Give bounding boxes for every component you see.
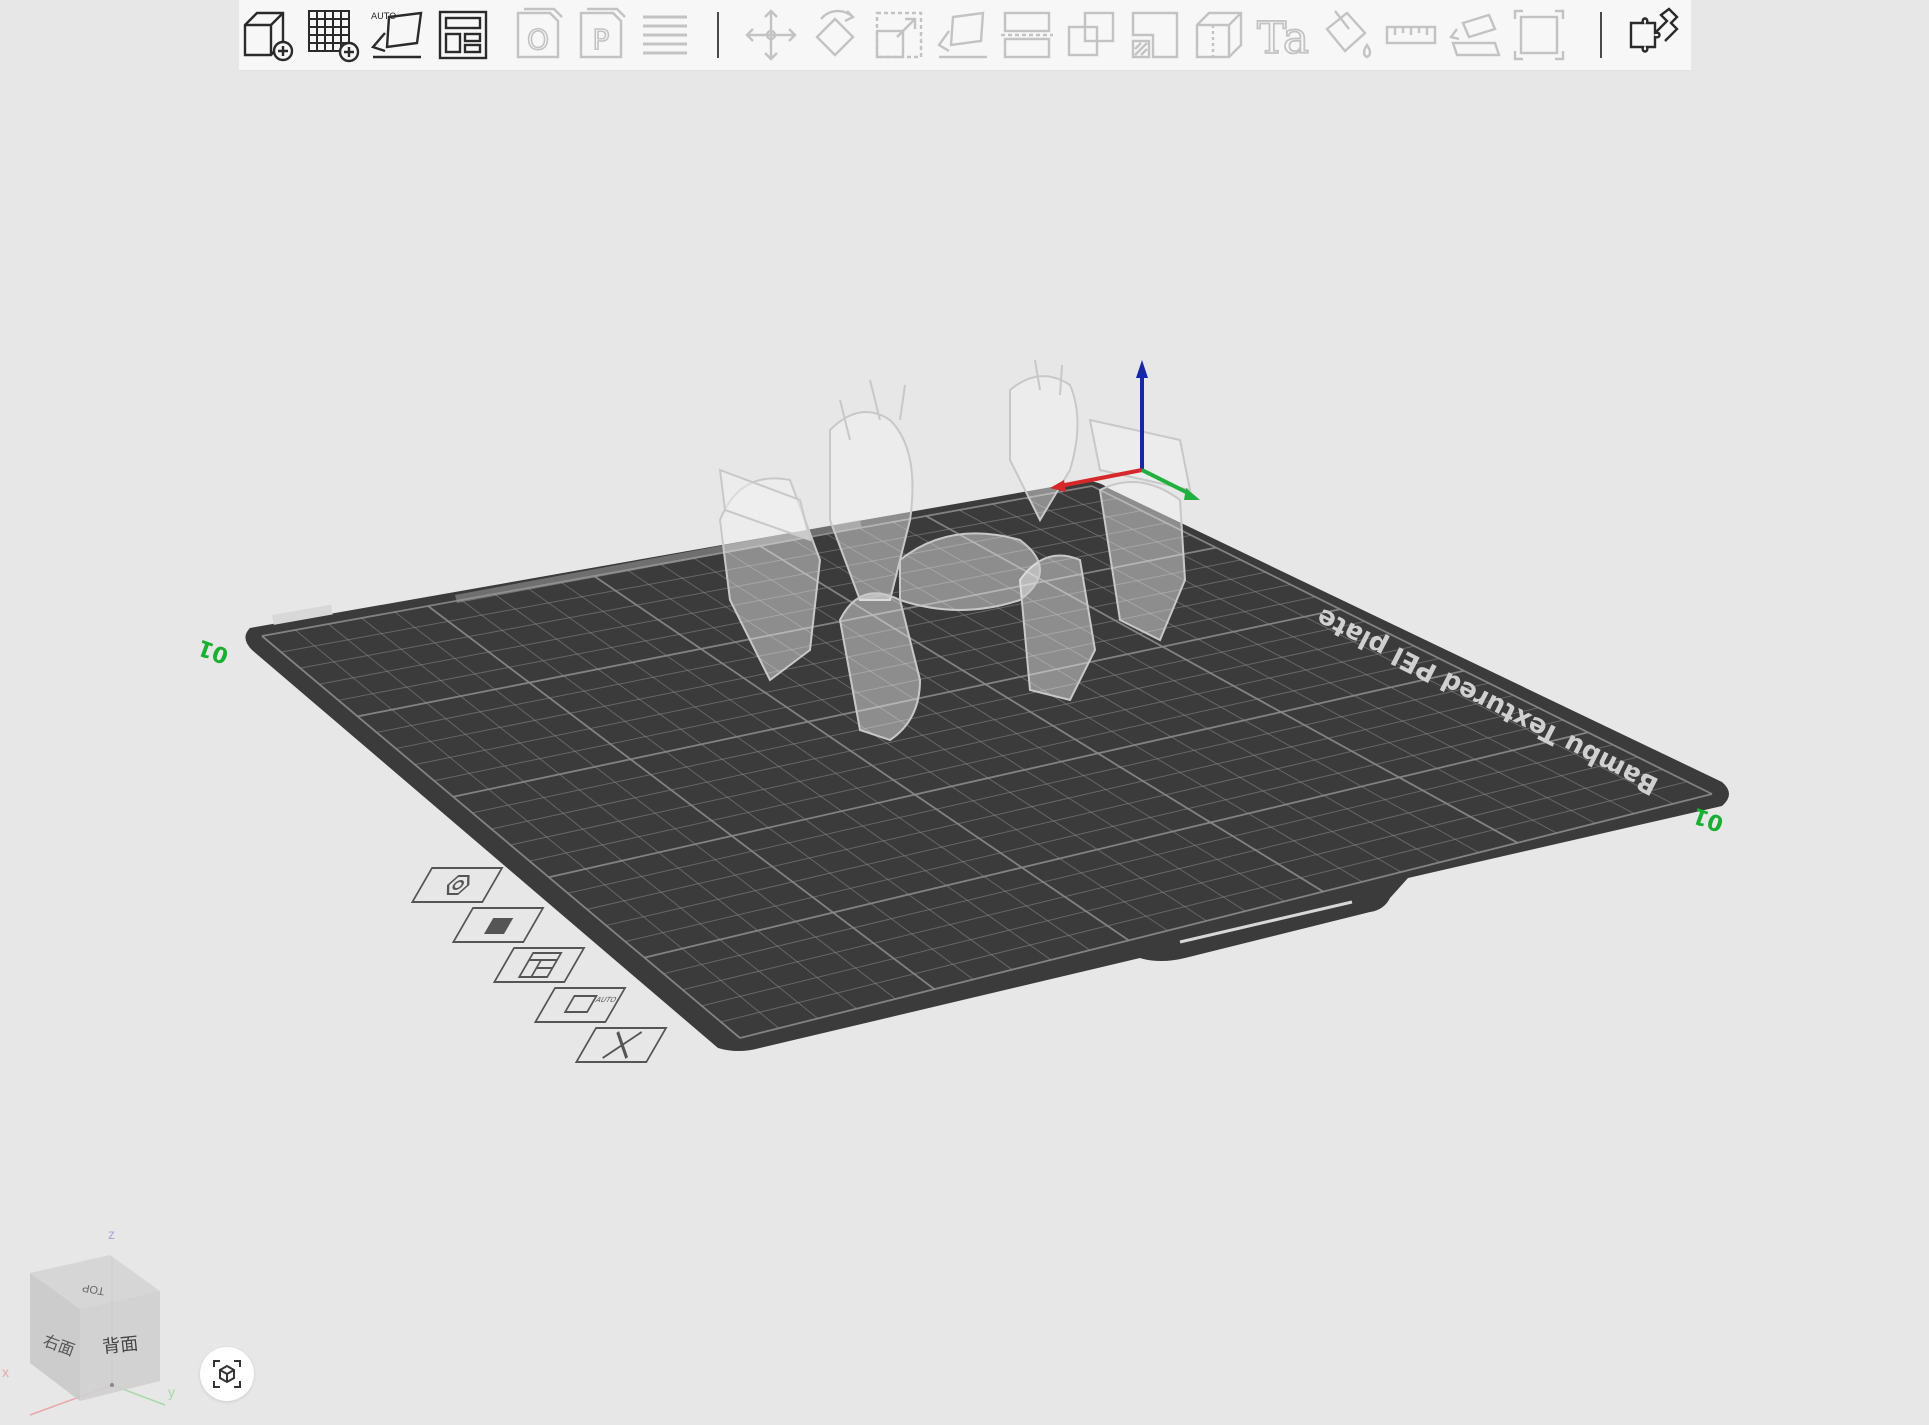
plate-number-label-left: 01	[195, 634, 232, 668]
plate-arrange-button[interactable]	[492, 947, 586, 983]
3d-viewport[interactable]: Bambu Textured PEI plate 01 01 AUTO	[0, 0, 1929, 1425]
delete-plate-button[interactable]	[574, 1027, 668, 1063]
svg-text:y: y	[168, 1384, 175, 1400]
view-cube-front-label: 背面	[101, 1333, 139, 1357]
plate-auto-orient-button[interactable]: AUTO	[533, 987, 627, 1023]
plate-settings-button[interactable]	[410, 867, 504, 903]
svg-text:z: z	[108, 1226, 115, 1242]
view-cube[interactable]: z x y TOP 右面 背面	[0, 1225, 175, 1425]
reset-view-button[interactable]	[200, 1347, 254, 1401]
svg-text:x: x	[2, 1364, 9, 1380]
plate-lock-button[interactable]	[451, 907, 545, 943]
camera-reset-icon	[213, 1360, 241, 1388]
